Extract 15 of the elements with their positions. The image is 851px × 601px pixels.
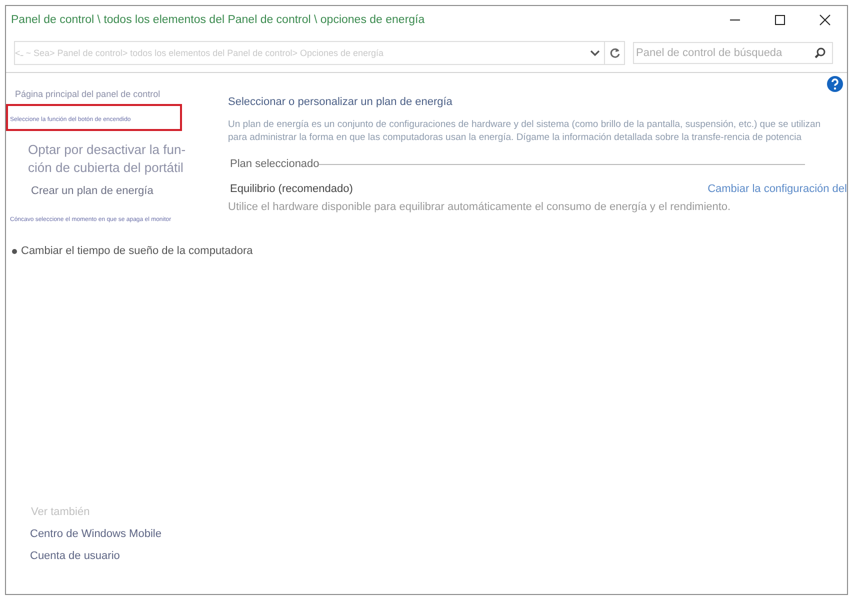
change-settings-link[interactable]: Cambiar la configuración del <box>708 183 847 195</box>
sidebar-link[interactable]: Optar por desactivar la fun-ción de cubierta del portátil <box>28 141 208 177</box>
plan-name: Equilibrio (recomendado) <box>230 183 353 195</box>
description-text: Un plan de energía es un conjunto de configuraciones de hardware y del sistema (como brillo de la pantalla, suspensión, etc.) que se utilizan para administrar la forma en que las computadoras usan la energía. Dígame la información detallada sobre la transfe-rencia de potencia <box>228 118 822 144</box>
sidebar-link[interactable]: Crear un plan de energía <box>6 185 154 197</box>
search-field[interactable]: Panel de control de búsqueda <box>633 42 833 64</box>
plan-description: Utilice el hardware disponible para equilibrar automáticamente el consumo de energía y el rendimiento. <box>228 201 732 213</box>
sidebar-link[interactable]: Cambiar el tiempo de sueño de la computadora <box>17 245 253 257</box>
window-title: Panel de control \ todos los elementos del Panel de control \ opciones de energía <box>11 14 426 26</box>
sidebar-link[interactable]: Página principal del panel de control <box>6 89 160 99</box>
section-heading: Seleccionar o personalizar un plan de energía <box>228 96 454 108</box>
see-also-link[interactable]: Centro de Windows Mobile <box>6 528 224 540</box>
see-also-heading: Ver también <box>30 506 91 518</box>
group-title: Plan seleccionado <box>230 158 320 170</box>
see-also-link[interactable]: Cuenta de usuario <box>6 550 224 562</box>
